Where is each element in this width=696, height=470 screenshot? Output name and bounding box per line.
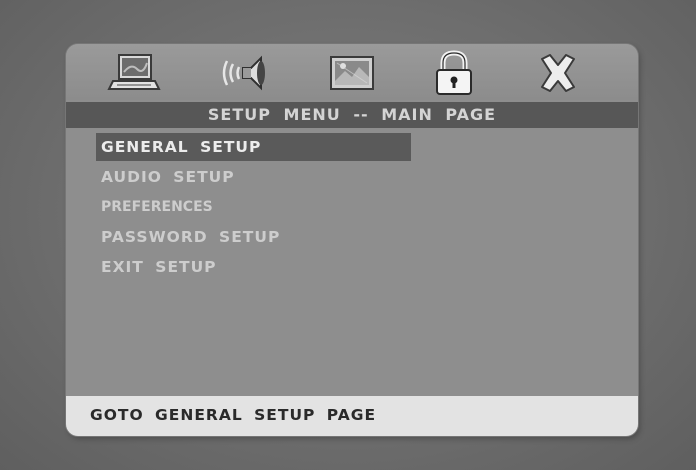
menu-item-password-setup[interactable]: PASSWORD SETUP — [96, 223, 426, 251]
icon-bar — [66, 44, 638, 100]
setup-menu-panel: SETUP MENU -- MAIN PAGE GENERAL SETUP AU… — [66, 44, 638, 436]
preferences-icon[interactable] — [324, 50, 380, 96]
status-bar: GOTO GENERAL SETUP PAGE — [66, 396, 638, 436]
menu-item-preferences[interactable]: PREFERENCES — [96, 193, 426, 221]
password-setup-icon[interactable] — [426, 50, 482, 96]
exit-setup-icon[interactable] — [530, 50, 586, 96]
menu-item-exit-setup[interactable]: EXIT SETUP — [96, 253, 426, 281]
menu-item-general-setup[interactable]: GENERAL SETUP — [96, 133, 411, 161]
menu-item-audio-setup[interactable]: AUDIO SETUP — [96, 163, 426, 191]
tv-screen: SETUP MENU -- MAIN PAGE GENERAL SETUP AU… — [0, 0, 696, 470]
page-title: SETUP MENU -- MAIN PAGE — [66, 102, 638, 128]
setup-menu-list: GENERAL SETUP AUDIO SETUP PREFERENCES PA… — [96, 133, 426, 283]
audio-setup-icon[interactable] — [216, 50, 272, 96]
general-setup-icon[interactable] — [106, 50, 162, 96]
